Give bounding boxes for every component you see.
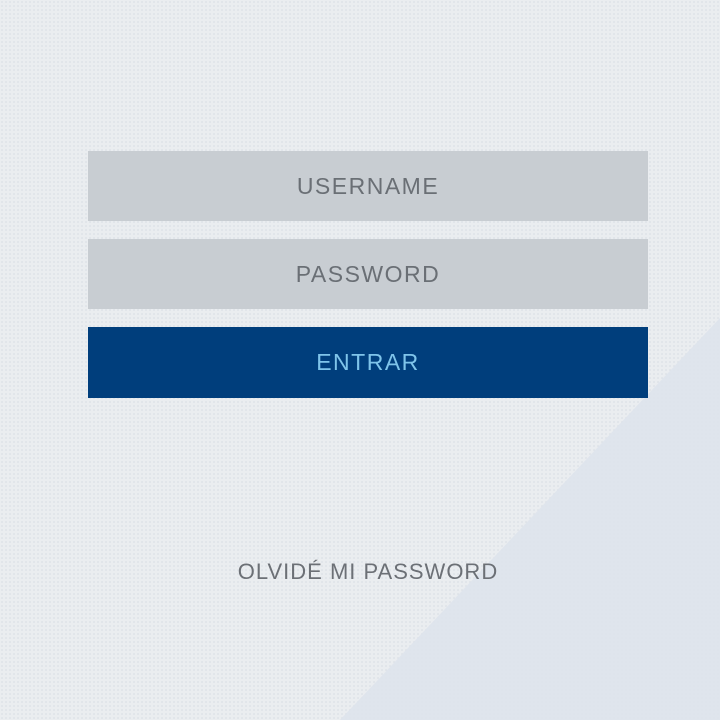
login-button[interactable]: ENTRAR — [88, 327, 648, 398]
username-field[interactable] — [88, 151, 648, 221]
login-form: ENTRAR — [88, 151, 648, 398]
forgot-password-link[interactable]: OLVIDÉ MI PASSWORD — [0, 558, 720, 586]
password-field[interactable] — [88, 239, 648, 309]
